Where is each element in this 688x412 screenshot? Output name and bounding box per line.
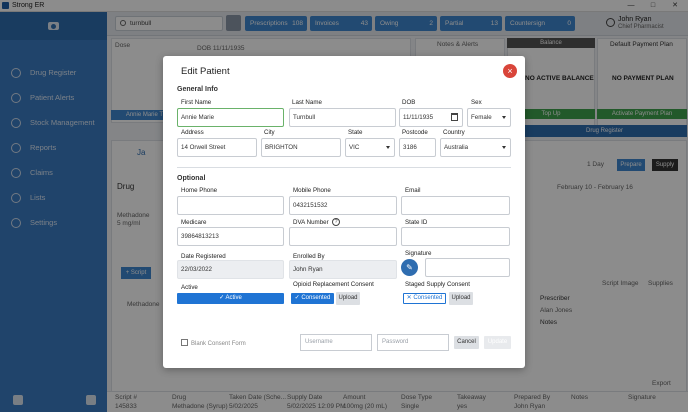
staged-consented-toggle[interactable]: ✕ Consented <box>403 293 446 304</box>
section-divider <box>177 167 511 168</box>
staged-supply-consent-label: Staged Supply Consent <box>405 281 471 288</box>
home-phone-label: Home Phone <box>181 187 218 194</box>
state-label: State <box>348 129 363 136</box>
country-select[interactable]: Australia <box>440 138 511 157</box>
signature-pen-button[interactable]: ✎ <box>401 259 418 276</box>
signature-field[interactable] <box>425 258 510 277</box>
staged-upload-button[interactable]: Upload <box>449 292 473 305</box>
blank-consent-form-link[interactable]: Blank Consent Form <box>181 339 246 347</box>
chevron-down-icon <box>386 146 390 149</box>
dob-value: 11/11/1935 <box>403 114 434 121</box>
enrolled-by-label: Enrolled By <box>293 253 325 260</box>
mobile-phone-label: Mobile Phone <box>293 187 331 194</box>
chevron-down-icon <box>502 146 506 149</box>
mobile-phone-field[interactable]: 0432151532 <box>289 196 397 215</box>
username-field[interactable]: Username <box>300 334 372 351</box>
date-registered-label: Date Registered <box>181 253 226 260</box>
sex-value: Female <box>471 114 492 121</box>
city-label: City <box>264 129 275 136</box>
active-label: Active <box>181 284 198 291</box>
dob-label: DOB <box>402 99 416 106</box>
signature-label: Signature <box>405 250 432 257</box>
active-toggle[interactable]: ✓ Active <box>177 293 284 304</box>
state-id-label: State ID <box>405 219 428 226</box>
dva-number-label: DVA Number <box>293 219 329 226</box>
calendar-icon[interactable] <box>451 113 458 121</box>
cancel-button[interactable]: Cancel <box>454 336 479 349</box>
first-name-label: First Name <box>181 99 212 106</box>
date-registered-field: 22/03/2022 <box>177 260 284 279</box>
chevron-down-icon <box>502 116 506 119</box>
address-label: Address <box>181 129 204 136</box>
state-select[interactable]: VIC <box>345 138 395 157</box>
close-modal-button[interactable]: × <box>503 64 517 78</box>
sex-label: Sex <box>471 99 482 106</box>
update-button[interactable]: Update <box>484 336 511 349</box>
medicare-label: Medicare <box>181 219 207 226</box>
general-info-heading: General Info <box>177 86 218 93</box>
password-field[interactable]: Password <box>377 334 449 351</box>
country-label: Country <box>443 129 465 136</box>
state-id-field[interactable] <box>401 227 510 246</box>
sex-select[interactable]: Female <box>467 108 511 127</box>
opioid-consented-toggle[interactable]: ✓ Consented <box>291 293 334 304</box>
last-name-label: Last Name <box>292 99 322 106</box>
opioid-consent-label: Opioid Replacement Consent <box>293 281 374 288</box>
blank-consent-label: Blank Consent Form <box>191 341 246 347</box>
edit-patient-modal: Edit Patient × General Info First Name A… <box>163 56 525 368</box>
dva-number-field[interactable] <box>289 227 397 246</box>
optional-heading: Optional <box>177 175 206 182</box>
opioid-upload-button[interactable]: Upload <box>336 292 360 305</box>
print-icon <box>181 339 188 346</box>
postcode-field[interactable]: 3186 <box>399 138 436 157</box>
medicare-field[interactable]: 39864813213 <box>177 227 284 246</box>
city-field[interactable]: BRIGHTON <box>261 138 341 157</box>
info-icon[interactable]: ? <box>332 218 340 226</box>
enrolled-by-field: John Ryan <box>289 260 397 279</box>
dob-field[interactable]: 11/11/1935 <box>399 108 463 127</box>
address-field[interactable]: 14 Orwell Street <box>177 138 257 157</box>
postcode-label: Postcode <box>402 129 428 136</box>
last-name-field[interactable]: Turnbull <box>289 108 396 127</box>
first-name-field[interactable]: Annie Marie <box>177 108 284 127</box>
country-value: Australia <box>444 144 469 151</box>
email-field[interactable] <box>401 196 510 215</box>
home-phone-field[interactable] <box>177 196 284 215</box>
email-label: Email <box>405 187 421 194</box>
state-value: VIC <box>349 144 360 151</box>
modal-title: Edit Patient <box>181 66 230 77</box>
